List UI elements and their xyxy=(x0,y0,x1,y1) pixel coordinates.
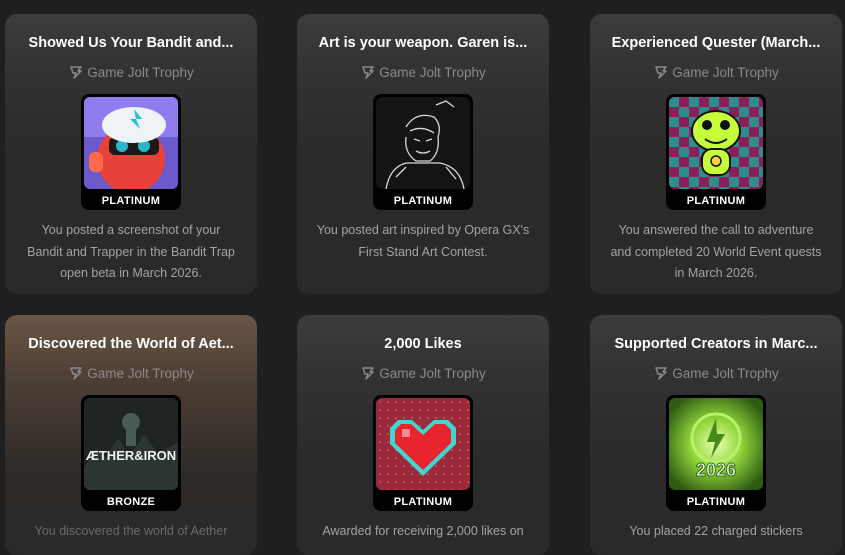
trophy-title: Experienced Quester (March... xyxy=(611,35,821,51)
garen-sketch-icon xyxy=(376,97,470,189)
charged-2026-icon: 2026 xyxy=(669,398,763,490)
trophy-source: Game Jolt Trophy xyxy=(297,64,549,80)
trophy-source-label: Game Jolt Trophy xyxy=(379,365,486,381)
trophy-card[interactable]: Discovered the World of Aet... Game Jolt… xyxy=(5,315,257,555)
trophy-source-label: Game Jolt Trophy xyxy=(87,365,194,381)
trophy-source: Game Jolt Trophy xyxy=(590,64,842,80)
trophy-card[interactable]: Experienced Quester (March... Game Jolt … xyxy=(590,14,842,294)
trophy-title: Discovered the World of Aet... xyxy=(28,336,234,352)
trophy-source: Game Jolt Trophy xyxy=(590,365,842,381)
trophy-thumbnail[interactable]: 2026 PLATINUM xyxy=(666,395,766,511)
trophy-title: 2,000 Likes xyxy=(384,336,462,352)
game-jolt-logo-icon xyxy=(655,367,667,380)
game-jolt-logo-icon xyxy=(362,66,374,79)
game-jolt-logo-icon xyxy=(362,367,374,380)
trophy-source-label: Game Jolt Trophy xyxy=(87,64,194,80)
trophy-title: Art is your weapon. Garen is... xyxy=(318,35,528,51)
trophy-source-label: Game Jolt Trophy xyxy=(379,64,486,80)
trophy-description: Awarded for receiving 2,000 likes on xyxy=(322,524,524,538)
aether-iron-logo-text: ÆTHER&IRON xyxy=(86,448,176,463)
trophy-description: You posted a screenshot of your Bandit a… xyxy=(27,223,235,280)
trophy-title: Showed Us Your Bandit and... xyxy=(28,35,234,51)
trophy-source: Game Jolt Trophy xyxy=(5,64,257,80)
trophy-tier: PLATINUM xyxy=(393,496,453,508)
trophy-source-label: Game Jolt Trophy xyxy=(672,365,779,381)
trophy-thumbnail[interactable]: ÆTHER&IRON BRONZE xyxy=(81,395,181,511)
trophy-tier: PLATINUM xyxy=(686,195,746,207)
charged-2026-text: 2026 xyxy=(696,460,736,480)
aether-iron-logo: ÆTHER&IRON xyxy=(84,398,178,490)
trophy-tier: PLATINUM xyxy=(393,195,453,207)
trophy-card[interactable]: 2,000 Likes Game Jolt Trophy PLATINUM Aw… xyxy=(297,315,549,555)
trophy-card[interactable]: Art is your weapon. Garen is... Game Jol… xyxy=(297,14,549,294)
trophy-thumbnail[interactable]: PLATINUM xyxy=(81,94,181,210)
bandit-character-icon xyxy=(84,97,178,189)
trophy-tier: BRONZE xyxy=(106,496,156,508)
trophy-description: You answered the call to adventure and c… xyxy=(610,223,822,280)
trophy-title: Supported Creators in Marc... xyxy=(614,336,818,352)
trophy-description: You discovered the world of Aether xyxy=(34,524,228,538)
trophy-thumbnail[interactable]: PLATINUM xyxy=(373,94,473,210)
game-jolt-logo-icon xyxy=(655,66,667,79)
trophy-card[interactable]: Supported Creators in Marc... Game Jolt … xyxy=(590,315,842,555)
trophy-card[interactable]: Showed Us Your Bandit and... Game Jolt T… xyxy=(5,14,257,294)
trophy-thumbnail[interactable]: PLATINUM xyxy=(666,94,766,210)
trophy-source-label: Game Jolt Trophy xyxy=(672,64,779,80)
frog-character-icon xyxy=(669,97,763,189)
pixel-heart-icon xyxy=(376,398,470,490)
trophy-description: You posted art inspired by Opera GX's Fi… xyxy=(316,223,530,259)
trophy-source: Game Jolt Trophy xyxy=(5,365,257,381)
trophy-description: You placed 22 charged stickers xyxy=(629,524,803,538)
trophy-tier: PLATINUM xyxy=(101,195,161,207)
game-jolt-logo-icon xyxy=(70,66,82,79)
trophy-thumbnail[interactable]: PLATINUM xyxy=(373,395,473,511)
trophy-source: Game Jolt Trophy xyxy=(297,365,549,381)
game-jolt-logo-icon xyxy=(70,367,82,380)
trophy-tier: PLATINUM xyxy=(686,496,746,508)
